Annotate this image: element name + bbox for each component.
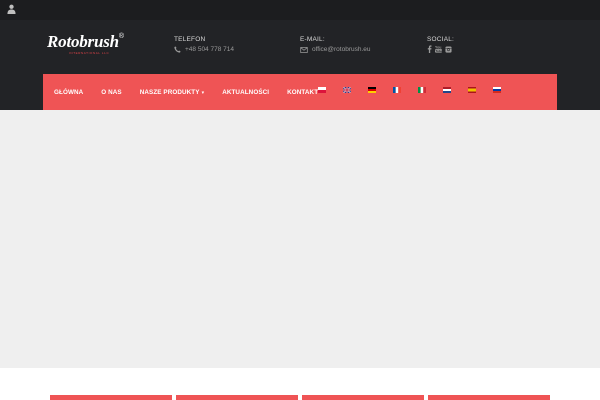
phone-icon <box>174 46 181 53</box>
top-bar <box>0 0 600 20</box>
social-icons: You Tube <box>427 45 452 53</box>
email-value[interactable]: office@rotobrush.eu <box>300 46 371 53</box>
main-navigation: GŁÓWNA O NAS NASZE PRODUKTY ▾ AKTUALNOŚCI… <box>43 74 557 110</box>
email-address: office@rotobrush.eu <box>312 46 371 53</box>
envelope-icon <box>300 46 308 53</box>
youtube-icon[interactable]: You Tube <box>435 45 442 53</box>
phone-number: +48 504 778 714 <box>185 46 234 53</box>
flag-fr-icon[interactable] <box>393 87 401 93</box>
feature-cards <box>0 395 600 400</box>
flag-nl-icon[interactable] <box>443 87 451 93</box>
feature-card[interactable] <box>50 395 172 400</box>
language-switcher <box>318 87 501 93</box>
chevron-down-icon: ▾ <box>201 89 205 96</box>
nav-item-contact[interactable]: KONTAKT <box>287 89 318 96</box>
nav-item-news[interactable]: AKTUALNOŚCI <box>222 89 269 96</box>
user-icon[interactable] <box>7 4 16 14</box>
site-logo[interactable]: Rotobrush® International LLC <box>47 32 125 56</box>
social-label: SOCIAL: <box>427 36 455 43</box>
logo-text: Rotobrush <box>47 32 119 51</box>
flag-it-icon[interactable] <box>418 87 426 93</box>
flag-ru-icon[interactable] <box>493 87 501 93</box>
instagram-icon[interactable] <box>445 45 452 53</box>
logo-tagline: International LLC <box>69 51 110 55</box>
feature-card[interactable] <box>428 395 550 400</box>
flag-pl-icon[interactable] <box>318 87 326 93</box>
nav-item-products[interactable]: NASZE PRODUKTY ▾ <box>140 89 204 96</box>
nav-item-about[interactable]: O NAS <box>101 89 121 96</box>
flag-es-icon[interactable] <box>468 87 476 93</box>
nav-item-home[interactable]: GŁÓWNA <box>54 89 83 96</box>
email-label: E-MAIL: <box>300 36 325 43</box>
hero-slider <box>0 110 600 368</box>
nav-item-products-label: NASZE PRODUKTY <box>139 88 200 96</box>
feature-card[interactable] <box>176 395 298 400</box>
facebook-icon[interactable] <box>427 45 432 53</box>
flag-gb-icon[interactable] <box>343 87 351 93</box>
flag-de-icon[interactable] <box>368 87 376 93</box>
feature-card[interactable] <box>302 395 424 400</box>
logo-registered-mark: ® <box>118 33 125 40</box>
phone-label: TELEFON <box>174 36 206 43</box>
phone-value[interactable]: +48 504 778 714 <box>174 46 234 53</box>
svg-text:Tube: Tube <box>436 49 442 53</box>
site-header: Rotobrush® International LLC TELEFON +48… <box>0 20 600 110</box>
